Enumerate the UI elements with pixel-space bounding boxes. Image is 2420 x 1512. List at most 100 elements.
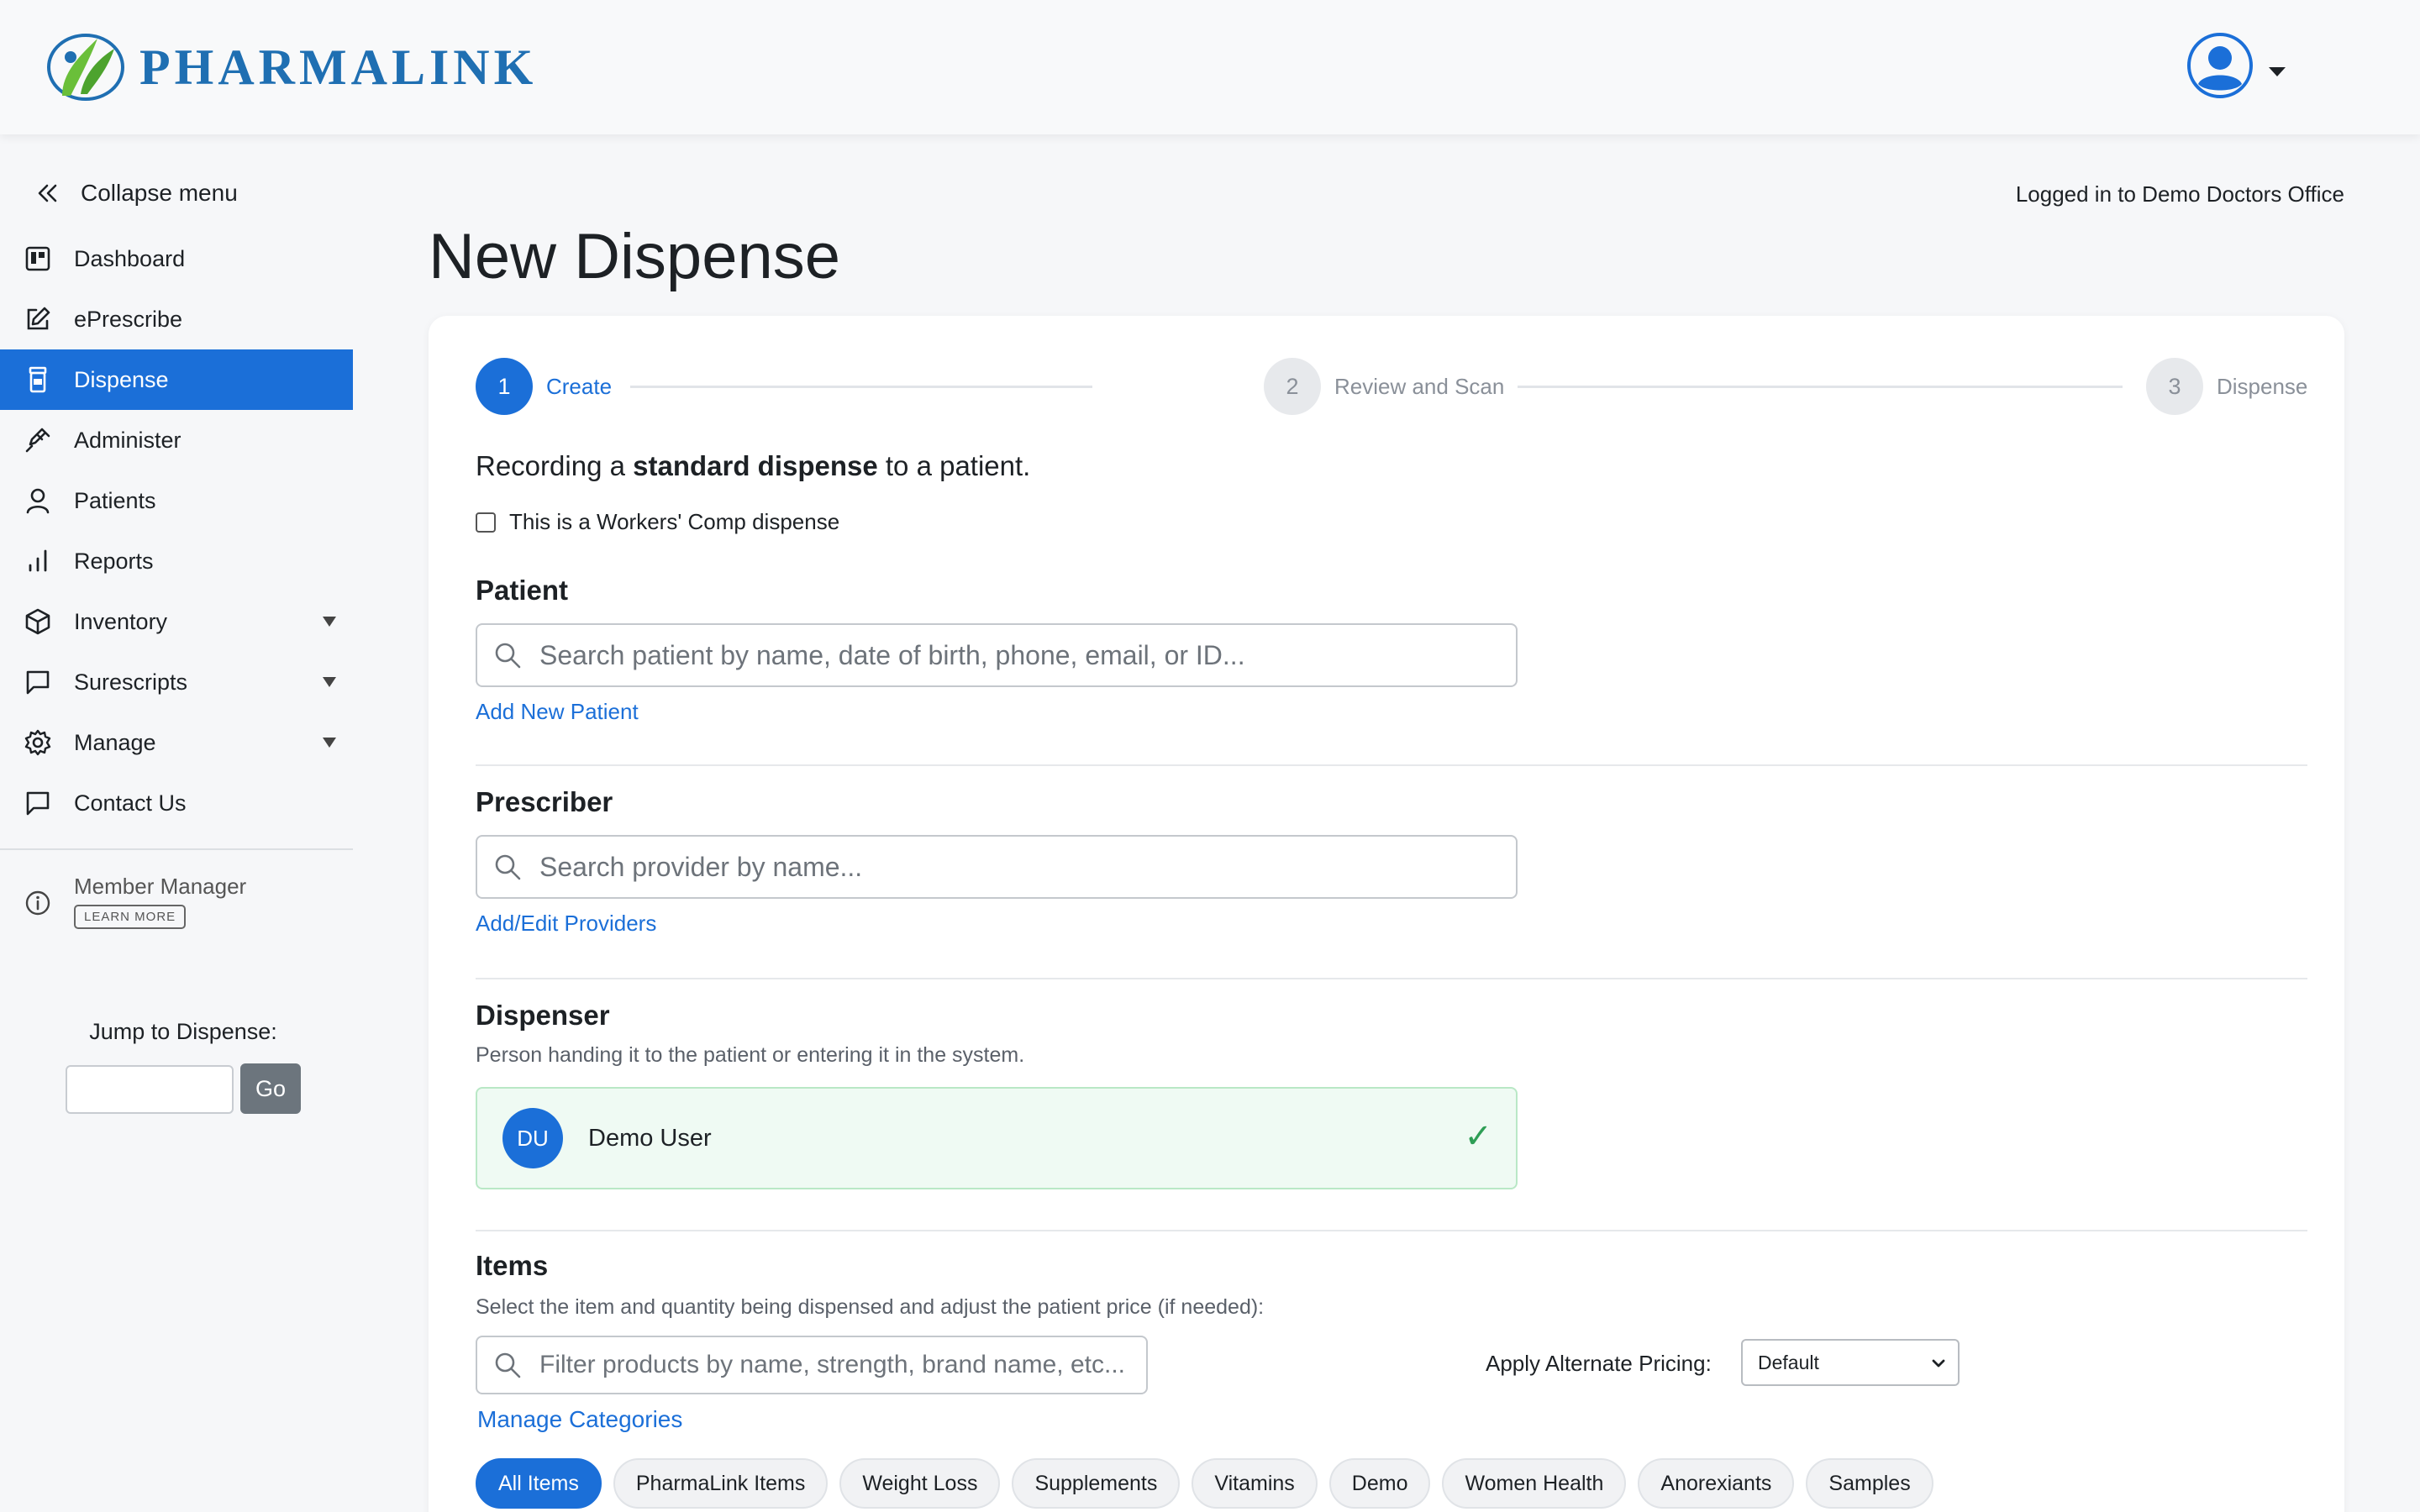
edit-icon	[24, 305, 52, 333]
jump-to-dispense-input[interactable]	[66, 1065, 234, 1114]
bar-chart-icon	[24, 547, 52, 575]
sidebar-item-label: Manage	[74, 729, 156, 755]
checkmark-icon: ✓	[1464, 1118, 1492, 1155]
manage-categories-link[interactable]: Manage Categories	[477, 1406, 682, 1433]
member-manager: Member Manager LEARN MORE	[24, 874, 246, 929]
chevron-down-icon	[1932, 1359, 1945, 1368]
chat-icon	[24, 789, 52, 817]
search-icon	[495, 643, 521, 669]
avatar: DU	[502, 1108, 563, 1168]
sidebar-item-surescripts[interactable]: Surescripts	[0, 652, 353, 712]
sidebar-item-eprescribe[interactable]: ePrescribe	[0, 289, 353, 349]
learn-more-button[interactable]: LEARN MORE	[74, 905, 187, 929]
user-avatar-icon	[2187, 33, 2253, 98]
step-review-and-scan[interactable]: 2 Review and Scan	[1264, 358, 1504, 415]
stepper: 1 Create 2 Review and Scan 3 Dispense	[476, 358, 2307, 415]
recording-emphasis: standard dispense	[633, 450, 878, 481]
sidebar-item-manage[interactable]: Manage	[0, 712, 353, 773]
go-button[interactable]: Go	[240, 1063, 301, 1114]
category-chip-anorexiants[interactable]: Anorexiants	[1638, 1458, 1795, 1509]
sidebar-item-label: ePrescribe	[74, 306, 183, 332]
sidebar-item-administer[interactable]: Administer	[0, 410, 353, 470]
workers-comp-checkbox[interactable]	[476, 512, 496, 533]
patient-search-input[interactable]: Search patient by name, date of birth, p…	[476, 623, 1518, 687]
category-chip-women-health[interactable]: Women Health	[1442, 1458, 1627, 1509]
prescriber-search-input[interactable]: Search provider by name...	[476, 835, 1518, 899]
step-number: 3	[2146, 358, 2203, 415]
collapse-menu-button[interactable]: Collapse menu	[32, 178, 238, 208]
dispense-form-card: 1 Create 2 Review and Scan 3 Dispense Re…	[429, 316, 2344, 1512]
sidebar-item-contact-us[interactable]: Contact Us	[0, 773, 353, 833]
step-dispense[interactable]: 3 Dispense	[2146, 358, 2307, 415]
step-number: 2	[1264, 358, 1321, 415]
recording-prefix: Recording a	[476, 450, 625, 481]
pharmalink-logo[interactable]: PHARMALINK	[37, 27, 537, 108]
sidebar-item-label: Contact Us	[74, 790, 187, 816]
items-section-title: Items	[476, 1250, 549, 1281]
expand-caret-icon[interactable]	[323, 738, 336, 748]
person-icon	[24, 486, 52, 515]
dispenser-description: Person handing it to the patient or ente…	[476, 1043, 1025, 1067]
expand-caret-icon[interactable]	[323, 617, 336, 627]
add-new-patient-link[interactable]: Add New Patient	[476, 699, 639, 725]
category-filter-chips: All Items PharmaLink Items Weight Loss S…	[476, 1458, 1945, 1509]
add-edit-providers-link[interactable]: Add/Edit Providers	[476, 911, 656, 937]
sidebar-item-label: Administer	[74, 427, 182, 453]
sidebar-item-label: Dispense	[74, 366, 169, 392]
category-chip-weight-loss[interactable]: Weight Loss	[839, 1458, 1001, 1509]
sidebar-item-dispense[interactable]: Dispense	[0, 349, 353, 410]
collapse-menu-label: Collapse menu	[81, 180, 238, 206]
chat-icon	[24, 668, 52, 696]
sidebar-item-inventory[interactable]: Inventory	[0, 591, 353, 652]
box-icon	[24, 607, 52, 636]
step-label: Create	[546, 373, 613, 399]
product-filter-placeholder: Filter products by name, strength, brand…	[539, 1351, 1126, 1378]
step-number: 1	[476, 358, 533, 415]
expand-caret-icon[interactable]	[323, 677, 336, 687]
sidebar-divider	[0, 848, 353, 850]
workers-comp-label: This is a Workers' Comp dispense	[509, 509, 840, 534]
category-chip-demo[interactable]: Demo	[1328, 1458, 1431, 1509]
patient-section-title: Patient	[476, 575, 569, 606]
items-description: Select the item and quantity being dispe…	[476, 1295, 1265, 1319]
alternate-pricing-select[interactable]: Default	[1741, 1339, 1960, 1386]
page-title: New Dispense	[429, 221, 840, 292]
sidebar-nav: Dashboard ePrescribe Dispense Administer…	[0, 228, 353, 833]
sidebar-item-dashboard[interactable]: Dashboard	[0, 228, 353, 289]
workers-comp-option[interactable]: This is a Workers' Comp dispense	[476, 509, 839, 535]
step-connector	[630, 386, 1092, 388]
alternate-pricing-value: Default	[1758, 1351, 1819, 1373]
double-chevron-left-icon	[38, 184, 57, 202]
step-connector	[1518, 386, 2123, 388]
category-chip-samples[interactable]: Samples	[1806, 1458, 1933, 1509]
category-chip-supplements[interactable]: Supplements	[1012, 1458, 1181, 1509]
top-bar: PHARMALINK	[0, 0, 2420, 134]
prescriber-section-title: Prescriber	[476, 786, 613, 817]
selected-dispenser[interactable]: DU Demo User ✓	[476, 1087, 1518, 1189]
section-divider	[476, 1230, 2307, 1231]
step-label: Dispense	[2217, 373, 2308, 399]
chevron-down-icon	[2269, 66, 2286, 76]
sidebar-item-reports[interactable]: Reports	[0, 531, 353, 591]
user-menu[interactable]	[2186, 32, 2286, 99]
jump-to-dispense-label: Jump to Dispense:	[89, 1019, 277, 1044]
category-chip-pharmalink-items[interactable]: PharmaLink Items	[613, 1458, 829, 1509]
product-filter-input[interactable]: Filter products by name, strength, brand…	[476, 1336, 1148, 1394]
logged-in-status: Logged in to Demo Doctors Office	[2015, 181, 2344, 207]
pharmalink-logo-icon	[47, 34, 124, 101]
pill-bottle-icon	[24, 365, 52, 394]
category-chip-all-items[interactable]: All Items	[476, 1458, 602, 1509]
recording-suffix: to a patient.	[885, 450, 1031, 481]
search-icon	[495, 1352, 521, 1378]
category-chip-vitamins[interactable]: Vitamins	[1192, 1458, 1318, 1509]
dispenser-section-title: Dispenser	[476, 1000, 610, 1031]
sidebar-item-label: Surescripts	[74, 669, 188, 695]
search-icon	[495, 854, 521, 880]
dispense-type-description: Recording a standard dispense to a patie…	[476, 450, 1030, 482]
step-create[interactable]: 1 Create	[476, 358, 612, 415]
dispenser-name: Demo User	[588, 1124, 712, 1152]
sidebar-item-patients[interactable]: Patients	[0, 470, 353, 531]
brand-name: PHARMALINK	[139, 39, 538, 95]
prescriber-search-placeholder: Search provider by name...	[539, 851, 863, 882]
dashboard-icon	[24, 244, 52, 273]
